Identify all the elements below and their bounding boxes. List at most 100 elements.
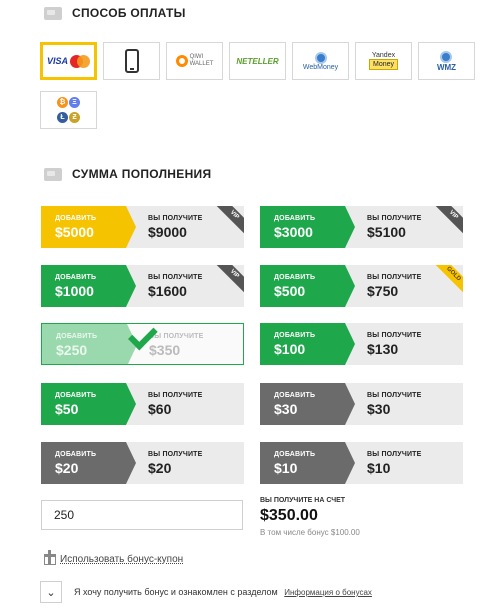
litecoin-icon: Ł: [57, 112, 68, 124]
webmoney-globe-icon: [314, 51, 327, 64]
add-label: ДОБАВИТЬ: [274, 215, 316, 222]
chevron-down-icon: ⌄: [46, 586, 56, 599]
package-card-250[interactable]: ДОБАВИТЬ $250 ВЫ ПОЛУЧИТЕ $350: [41, 323, 244, 365]
package-card-30[interactable]: ДОБАВИТЬ $30 ВЫ ПОЛУЧИТЕ $30: [260, 383, 463, 425]
add-amount: $5000: [55, 224, 94, 240]
receive-amount: $1600: [148, 283, 187, 299]
add-amount: $3000: [274, 224, 313, 240]
package-card-5000[interactable]: ДОБАВИТЬ $5000 ВЫ ПОЛУЧИТЕ $9000 VIP: [41, 206, 244, 248]
package-add-side: ДОБАВИТЬ $100: [260, 323, 355, 365]
receive-amount: $750: [367, 283, 399, 299]
payment-yandex[interactable]: Yandex Money: [355, 42, 412, 80]
package-add-side: ДОБАВИТЬ $500: [260, 265, 355, 307]
add-amount: $10: [274, 460, 298, 476]
payment-crypto[interactable]: ₿ Ξ Ł Ƶ: [40, 91, 97, 129]
receive-amount: $9000: [148, 224, 187, 240]
package-add-side: ДОБАВИТЬ $3000: [260, 206, 355, 248]
zcash-icon: Ƶ: [69, 112, 80, 124]
payment-wmz[interactable]: WMZ: [418, 42, 475, 80]
payment-neteller[interactable]: NETELLER: [229, 42, 286, 80]
add-amount: $100: [274, 341, 306, 357]
package-add-side: ДОБАВИТЬ $5000: [41, 206, 136, 248]
package-add-side: ДОБАВИТЬ $250: [42, 324, 137, 364]
summary-label: ВЫ ПОЛУЧИТЕ НА СЧЕТ: [260, 497, 346, 504]
add-label: ДОБАВИТЬ: [56, 333, 98, 340]
package-card-10[interactable]: ДОБАВИТЬ $10 ВЫ ПОЛУЧИТЕ $10: [260, 442, 463, 484]
payment-method-title: СПОСОБ ОПЛАТЫ: [72, 6, 186, 20]
add-amount: $250: [56, 342, 88, 358]
payment-webmoney[interactable]: WebMoney: [292, 42, 349, 80]
receive-label: ВЫ ПОЛУЧИТЕ: [148, 451, 203, 458]
bonus-agreement-text-wrap: Я хочу получить бонус и ознакомлен с раз…: [74, 587, 372, 597]
package-add-side: ДОБАВИТЬ $30: [260, 383, 355, 425]
receive-amount: $20: [148, 460, 172, 476]
bonus-coupon-link[interactable]: Использовать бонус-купон: [60, 554, 183, 565]
package-receive-side: ВЫ ПОЛУЧИТЕ $60: [126, 383, 244, 425]
webmoney-logo: WebMoney: [302, 51, 339, 71]
add-label: ДОБАВИТЬ: [274, 451, 316, 458]
summary-bonus-note: В том числе бонус $100.00: [260, 528, 360, 537]
yandex-label: Yandex: [371, 52, 396, 59]
package-add-side: ДОБАВИТЬ $1000: [41, 265, 136, 307]
bonus-coupon[interactable]: Использовать бонус-купон: [44, 550, 183, 565]
bonus-info-link[interactable]: Информация о бонусах: [284, 588, 372, 597]
receive-amount: $130: [367, 341, 399, 357]
wmz-globe-icon: [440, 50, 453, 63]
payment-methods-row-2: ₿ Ξ Ł Ƶ: [40, 91, 97, 129]
add-amount: $500: [274, 283, 306, 299]
visa-label: VISA: [46, 56, 68, 66]
payment-visa-mastercard[interactable]: VISA: [40, 42, 97, 80]
bonus-agreement: ⌄ Я хочу получить бонус и ознакомлен с р…: [40, 581, 372, 603]
package-card-500[interactable]: ДОБАВИТЬ $500 ВЫ ПОЛУЧИТЕ $750 GOLD: [260, 265, 463, 307]
receive-label: ВЫ ПОЛУЧИТЕ: [149, 333, 204, 340]
package-receive-side: ВЫ ПОЛУЧИТЕ $30: [345, 383, 463, 425]
package-card-20[interactable]: ДОБАВИТЬ $20 ВЫ ПОЛУЧИТЕ $20: [41, 442, 244, 484]
phone-icon: [124, 49, 139, 73]
add-label: ДОБАВИТЬ: [55, 392, 97, 399]
receive-amount: $60: [148, 401, 172, 417]
package-card-50[interactable]: ДОБАВИТЬ $50 ВЫ ПОЛУЧИТЕ $60: [41, 383, 244, 425]
wmz-logo: WMZ: [437, 50, 456, 72]
wallet-icon: [44, 6, 62, 20]
receive-label: ВЫ ПОЛУЧИТЕ: [367, 392, 422, 399]
add-label: ДОБАВИТЬ: [274, 332, 316, 339]
webmoney-label: WebMoney: [302, 63, 339, 71]
receive-label: ВЫ ПОЛУЧИТЕ: [367, 451, 422, 458]
bonus-agreement-checkbox[interactable]: ⌄: [40, 581, 62, 603]
add-label: ДОБАВИТЬ: [274, 392, 316, 399]
package-card-100[interactable]: ДОБАВИТЬ $100 ВЫ ПОЛУЧИТЕ $130: [260, 323, 463, 365]
package-card-1000[interactable]: ДОБАВИТЬ $1000 ВЫ ПОЛУЧИТЕ $1600 VIP: [41, 265, 244, 307]
neteller-label: NETELLER: [236, 56, 279, 66]
receive-label: ВЫ ПОЛУЧИТЕ: [148, 392, 203, 399]
amount-input[interactable]: [41, 500, 243, 530]
payment-qiwi[interactable]: QIWI WALLET: [166, 42, 223, 80]
qiwi-label: QIWI: [189, 54, 204, 60]
receive-amount: $10: [367, 460, 391, 476]
ethereum-icon: Ξ: [69, 96, 80, 108]
checkmark-icon: [124, 331, 154, 353]
package-card-3000[interactable]: ДОБАВИТЬ $3000 ВЫ ПОЛУЧИТЕ $5100 VIP: [260, 206, 463, 248]
add-amount: $20: [55, 460, 79, 476]
receive-summary: ВЫ ПОЛУЧИТЕ НА СЧЕТ $350.00 В том числе …: [260, 497, 360, 537]
mastercard-icon: [70, 54, 90, 68]
cash-icon: [44, 167, 62, 181]
payment-mobile[interactable]: [103, 42, 160, 80]
crypto-logo: ₿ Ξ Ł Ƶ: [41, 91, 96, 129]
amount-title: СУММА ПОПОЛНЕНИЯ: [72, 167, 212, 181]
package-add-side: ДОБАВИТЬ $10: [260, 442, 355, 484]
summary-total: $350.00: [260, 507, 318, 524]
amount-header: СУММА ПОПОЛНЕНИЯ: [44, 167, 211, 181]
receive-amount: $30: [367, 401, 391, 417]
visa-mastercard-logo: VISA: [46, 54, 90, 68]
receive-amount: $350: [149, 342, 181, 358]
qiwi-sub: WALLET: [189, 61, 214, 67]
payment-methods-row: VISA QIWI WALLET NETELLER WebMoney Yandex…: [40, 42, 475, 80]
add-label: ДОБАВИТЬ: [274, 274, 316, 281]
payment-method-header: СПОСОБ ОПЛАТЫ: [44, 6, 186, 20]
package-add-side: ДОБАВИТЬ $50: [41, 383, 136, 425]
qiwi-icon: [175, 55, 188, 67]
add-amount: $1000: [55, 283, 94, 299]
bonus-agreement-text: Я хочу получить бонус и ознакомлен с раз…: [74, 587, 278, 597]
add-label: ДОБАВИТЬ: [55, 274, 97, 281]
yandex-logo: Yandex Money: [368, 52, 398, 70]
